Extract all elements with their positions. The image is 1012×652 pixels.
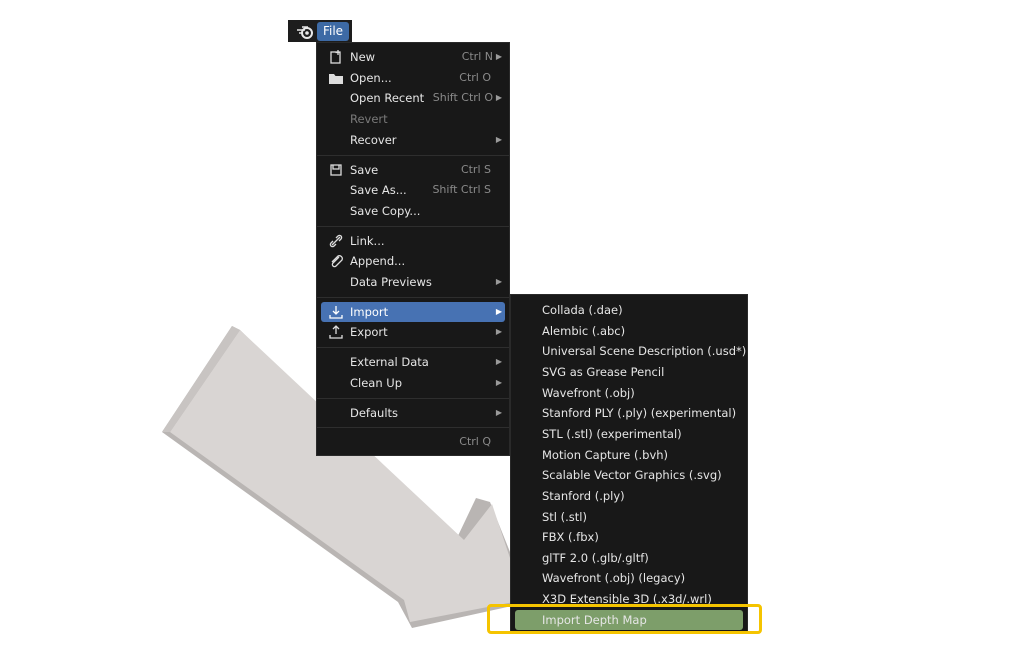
blender-logo-icon[interactable] (296, 24, 316, 40)
menu-item-label: Save As... (350, 183, 407, 198)
shortcut-label: Ctrl N (461, 50, 493, 63)
import-item-gltf-2-0-glb-gltf[interactable]: glTF 2.0 (.glb/.gltf) (515, 548, 743, 568)
submenu-arrow-icon: ▶ (495, 277, 502, 286)
import-item-label: Universal Scene Description (.usd*) (542, 344, 747, 359)
menu-item-label: Link... (350, 233, 385, 248)
menu-item-save-copy[interactable]: Save Copy... (321, 201, 505, 221)
menu-item-link[interactable]: Link... (321, 231, 505, 251)
shortcut-label: Ctrl O (459, 70, 491, 84)
import-item-alembic-abc[interactable]: Alembic (.abc) (515, 321, 743, 341)
import-item-motion-capture-bvh[interactable]: Motion Capture (.bvh) (515, 445, 743, 465)
file-menu-button[interactable]: File (317, 22, 349, 41)
import-item-stanford-ply[interactable]: Stanford (.ply) (515, 486, 743, 506)
shortcut-label: Ctrl Q (459, 435, 491, 449)
import-item-universal-scene-description-usd[interactable]: Universal Scene Description (.usd*) (515, 341, 747, 361)
import-item-label: Wavefront (.obj) (542, 385, 635, 400)
import-item-label: Stanford PLY (.ply) (experimental) (542, 406, 737, 421)
import-item-label: Alembic (.abc) (542, 323, 626, 338)
menu-item-label: Import (350, 304, 389, 319)
menu-item-append[interactable]: Append... (321, 251, 505, 271)
menu-item-label: New (350, 50, 376, 64)
menu-item-label: Defaults (350, 405, 399, 420)
save-icon (330, 163, 342, 176)
submenu-arrow-icon: ▶ (495, 93, 502, 103)
menu-separator (317, 427, 509, 429)
import-item-label: Collada (.dae) (542, 303, 623, 317)
menu-item-import[interactable]: Import ▶ (321, 301, 505, 322)
menu-item-open[interactable]: Open... Ctrl O (321, 68, 505, 88)
import-submenu: Collada (.dae) Alembic (.abc) Universal Sc… (510, 294, 748, 634)
import-item-collada-dae[interactable]: Collada (.dae) (515, 300, 743, 320)
menu-item-quit[interactable]: Ctrl Q (321, 432, 505, 452)
import-item-svg-as-grease-pencil[interactable]: SVG as Grease Pencil (515, 362, 743, 382)
menu-item-open-recent[interactable]: Open Recent Shift Ctrl O ▶ (321, 88, 505, 108)
menu-separator (317, 154, 509, 156)
menu-item-revert[interactable]: Revert (321, 109, 505, 129)
import-item-scalable-vector-graphics-svg[interactable]: Scalable Vector Graphics (.svg) (515, 465, 743, 485)
submenu-arrow-icon: ▶ (495, 407, 502, 417)
submenu-arrow-icon: ▶ (495, 134, 502, 144)
shortcut-label: Shift Ctrl S (432, 183, 491, 197)
menu-item-label: Save Copy... (350, 203, 421, 218)
menu-item-label: External Data (350, 355, 429, 370)
menu-item-label: Open... (350, 70, 392, 85)
submenu-arrow-icon: ▶ (495, 377, 502, 387)
highlight-frame (487, 604, 762, 634)
file-menu: New Ctrl N ▶ Open... Ctrl O Open Recent Shift … (316, 42, 510, 456)
import-item-wavefront-obj-legacy[interactable]: Wavefront (.obj) (legacy) (515, 568, 743, 588)
import-item-stl-stl-experimental[interactable]: STL (.stl) (experimental) (515, 424, 743, 444)
import-item-label: glTF 2.0 (.glb/.gltf) (542, 550, 649, 565)
import-item-label: Stl (.stl) (542, 509, 587, 524)
menu-item-label: Export (350, 325, 388, 340)
menu-item-label: Append... (350, 254, 406, 269)
menu-item-label: Save (350, 162, 379, 177)
menu-item-label: Clean Up (350, 375, 403, 390)
shortcut-label: Shift Ctrl O (432, 91, 493, 105)
submenu-arrow-icon: ▶ (495, 306, 502, 316)
import-item-fbx-fbx[interactable]: FBX (.fbx) (515, 527, 743, 547)
import-item-label: STL (.stl) (experimental) (542, 426, 682, 441)
menu-item-label: Revert (350, 112, 388, 127)
folder-icon (329, 73, 343, 84)
menu-item-label: Recover (350, 132, 397, 147)
menu-item-save-as[interactable]: Save As... Shift Ctrl S (321, 180, 505, 200)
paperclip-icon (331, 255, 343, 268)
menu-separator (317, 296, 509, 298)
menu-item-external-data[interactable]: External Data ▶ (321, 352, 505, 372)
menu-separator (317, 347, 509, 349)
import-item-label: Wavefront (.obj) (legacy) (542, 571, 686, 586)
submenu-arrow-icon: ▶ (495, 52, 502, 61)
new-file-icon (330, 50, 341, 64)
shortcut-label: Ctrl S (460, 162, 491, 176)
menu-item-clean-up[interactable]: Clean Up ▶ (321, 373, 505, 393)
import-icon (329, 305, 343, 319)
link-icon (329, 234, 343, 247)
menu-item-label: Data Previews (350, 275, 432, 289)
import-item-label: Motion Capture (.bvh) (542, 447, 669, 462)
menu-separator (317, 225, 509, 227)
import-item-stl-stl[interactable]: Stl (.stl) (515, 507, 743, 527)
import-item-wavefront-obj[interactable]: Wavefront (.obj) (515, 383, 743, 403)
menu-item-data-previews[interactable]: Data Previews ▶ (321, 272, 505, 292)
submenu-arrow-icon: ▶ (495, 357, 502, 367)
import-item-label: Stanford (.ply) (542, 488, 625, 503)
import-item-label: Scalable Vector Graphics (.svg) (542, 468, 722, 483)
menu-item-recover[interactable]: Recover ▶ (321, 130, 505, 150)
menu-item-save[interactable]: Save Ctrl S (321, 160, 505, 180)
import-item-stanford-ply-ply-experimental[interactable]: Stanford PLY (.ply) (experimental) (515, 403, 743, 423)
menu-item-defaults[interactable]: Defaults ▶ (321, 403, 505, 423)
menu-separator (317, 397, 509, 399)
export-icon (329, 325, 343, 340)
import-item-label: SVG as Grease Pencil (542, 364, 665, 379)
submenu-arrow-icon: ▶ (495, 327, 502, 337)
import-item-label: FBX (.fbx) (542, 530, 599, 545)
menu-item-new[interactable]: New Ctrl N ▶ (321, 47, 505, 67)
menu-item-label: Open Recent (350, 91, 425, 106)
menu-item-export[interactable]: Export ▶ (321, 322, 505, 342)
